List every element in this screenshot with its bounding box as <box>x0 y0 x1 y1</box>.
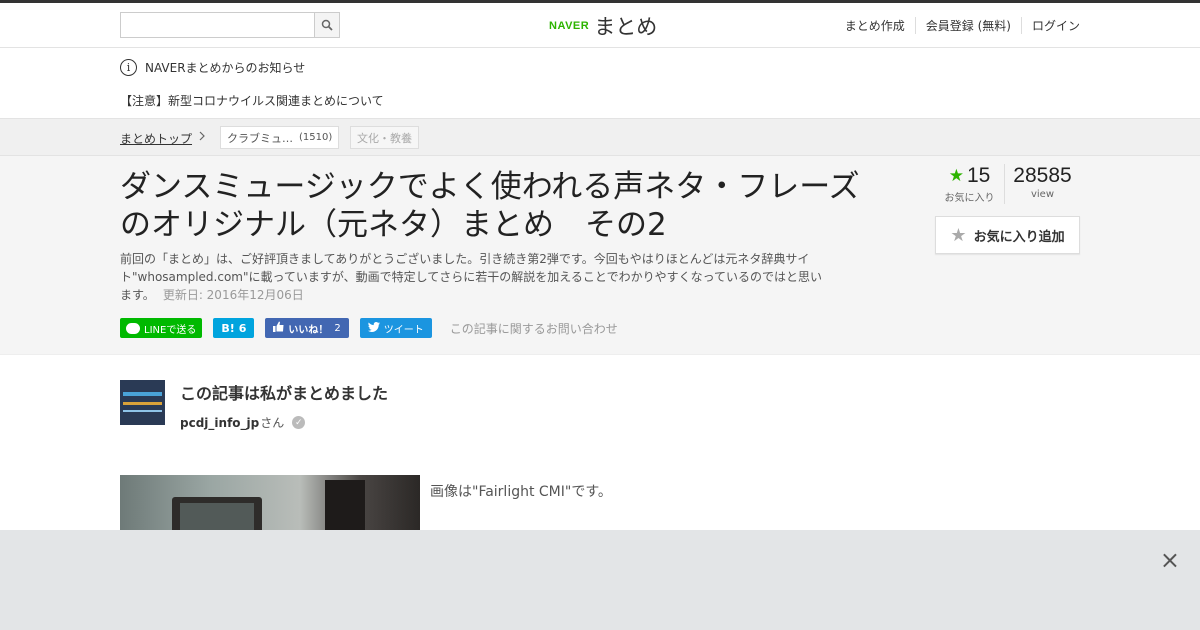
thumbs-up-icon <box>273 321 284 335</box>
breadcrumb-category[interactable]: クラブミュ… (1510) <box>220 126 340 149</box>
breadcrumb: まとめトップ クラブミュ… (1510) 文化・教養 <box>0 118 1200 156</box>
star-outline-icon: ★ <box>950 224 967 246</box>
views-count: 28585 <box>1013 164 1072 187</box>
search-box <box>120 12 340 38</box>
author-username-link[interactable]: pcdj_info_jp <box>180 416 259 430</box>
views-stat: 28585 view <box>1005 164 1080 204</box>
verified-check-icon: ✓ <box>292 416 306 429</box>
article-stats: ★ 15 お気に入り 28585 view <box>935 164 1080 204</box>
author-heading: この記事は私がまとめました <box>180 384 389 403</box>
contact-link[interactable]: この記事に関するお問い合わせ <box>450 320 618 337</box>
close-icon[interactable]: × <box>1160 546 1180 574</box>
logo-naver: NAVER <box>549 20 590 32</box>
top-bar: NAVER まとめ まとめ作成 会員登録 (無料) ログイン <box>0 0 1200 48</box>
facebook-like-count: 2 <box>334 322 341 334</box>
image-monitor-screen <box>180 503 254 533</box>
create-matome-link[interactable]: まとめ作成 <box>835 17 915 34</box>
category-count: (1510) <box>299 132 333 143</box>
image-caption: 画像は"Fairlight CMI"です。 <box>430 484 612 500</box>
search-button[interactable] <box>314 13 339 37</box>
favorites-count-row: ★ 15 <box>949 164 991 188</box>
article-image <box>120 475 420 535</box>
share-bar: LINEで送る B! 6 いいね！ 2 ツイート この記事に関するお問い合わせ <box>120 318 618 338</box>
add-favorite-button[interactable]: ★ お気に入り追加 <box>935 216 1080 254</box>
avatar[interactable] <box>120 380 165 425</box>
hatena-icon: B! <box>221 321 235 335</box>
image-tower <box>325 480 365 535</box>
updated-date: 更新日: 2016年12月06日 <box>162 288 304 302</box>
hatena-bookmark-button[interactable]: B! 6 <box>213 318 255 338</box>
notice-header: i NAVERまとめからのお知らせ <box>120 59 305 76</box>
article-description: 前回の「まとめ」は、ご好評頂きましてありがとうございました。引き続き第2弾です。… <box>120 250 830 304</box>
notice-title: NAVERまとめからのお知らせ <box>145 61 306 75</box>
breadcrumb-tag[interactable]: 文化・教養 <box>350 126 419 149</box>
author-section: この記事は私がまとめました pcdj_info_jp さん ✓ <box>120 380 388 431</box>
category-label: クラブミュ… <box>227 131 293 145</box>
twitter-tweet-label: ツイート <box>383 324 424 336</box>
line-icon <box>126 322 140 334</box>
info-icon: i <box>120 59 137 76</box>
breadcrumb-top-link[interactable]: まとめトップ <box>120 130 192 147</box>
author-user: pcdj_info_jp さん ✓ <box>180 414 388 431</box>
page-title: ダンスミュージックでよく使われる声ネタ・フレーズのオリジナル（元ネタ）まとめ そ… <box>120 169 860 243</box>
line-share-label: LINEで送る <box>144 324 197 336</box>
author-info: この記事は私がまとめました pcdj_info_jp さん ✓ <box>180 380 388 431</box>
article-header: ダンスミュージックでよく使われる声ネタ・フレーズのオリジナル（元ネタ）まとめ そ… <box>0 156 1200 355</box>
avatar-detail <box>123 410 162 412</box>
favorites-stat: ★ 15 お気に入り <box>935 164 1005 204</box>
author-suffix: さん <box>260 416 285 430</box>
top-links: まとめ作成 会員登録 (無料) ログイン <box>835 17 1080 34</box>
notice-item-link[interactable]: 【注意】新型コロナウイルス関連まとめについて <box>120 92 384 109</box>
hatena-count: 6 <box>238 321 247 335</box>
chevron-right-icon <box>198 129 206 146</box>
facebook-like-label: いいね！ <box>288 324 329 336</box>
avatar-detail <box>123 402 162 405</box>
search-icon <box>321 19 333 31</box>
image-background <box>120 475 420 535</box>
add-favorite-label: お気に入り追加 <box>973 229 1065 245</box>
bottom-ad-overlay: × <box>0 530 1200 630</box>
site-logo[interactable]: NAVER まとめ <box>549 11 657 41</box>
star-icon: ★ <box>948 166 964 185</box>
favorites-label: お気に入り <box>944 193 995 204</box>
login-link[interactable]: ログイン <box>1020 17 1080 34</box>
line-share-button[interactable]: LINEで送る <box>120 318 203 338</box>
facebook-like-button[interactable]: いいね！ 2 <box>265 318 349 338</box>
search-input[interactable] <box>121 13 314 37</box>
views-label: view <box>1030 189 1055 200</box>
favorites-count: 15 <box>966 164 991 187</box>
twitter-tweet-button[interactable]: ツイート <box>359 318 432 338</box>
twitter-bird-icon <box>367 321 380 335</box>
logo-matome: まとめ <box>594 15 658 39</box>
register-link[interactable]: 会員登録 (無料) <box>914 17 1021 34</box>
notice-section: i NAVERまとめからのお知らせ 【注意】新型コロナウイルス関連まとめについて <box>0 48 1200 118</box>
avatar-detail <box>123 392 162 396</box>
